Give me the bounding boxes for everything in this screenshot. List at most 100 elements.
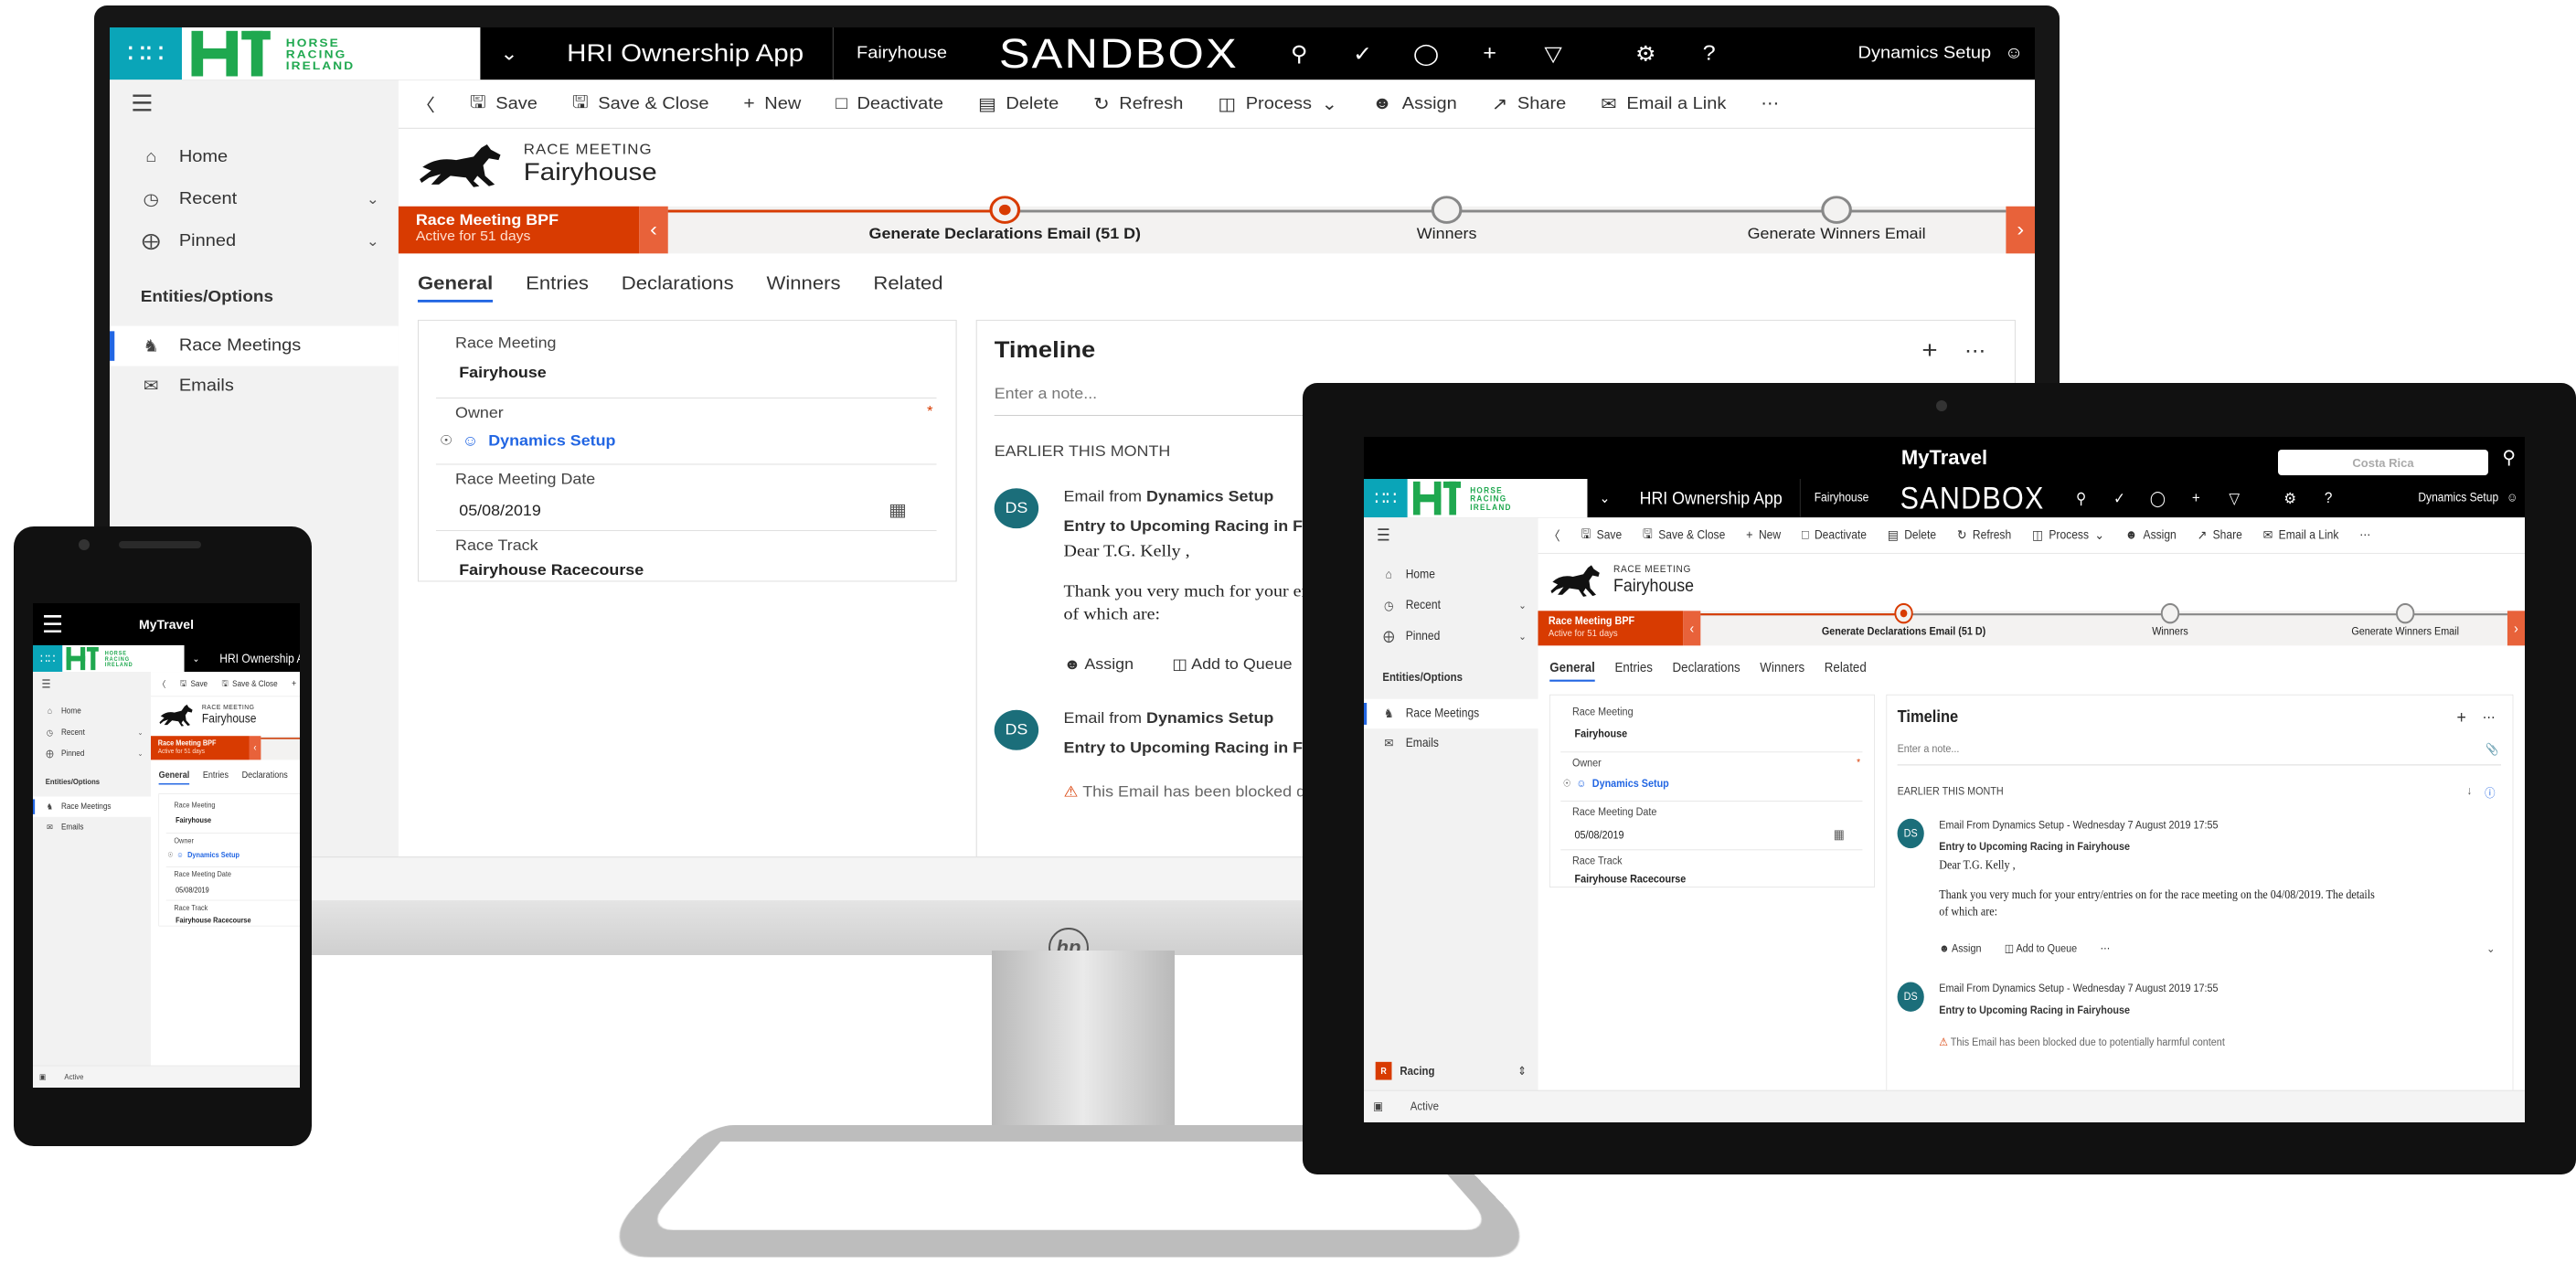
- open-in-window-icon[interactable]: ▣: [39, 1072, 55, 1081]
- back-button[interactable]: 〈: [399, 80, 452, 128]
- calendar-icon[interactable]: ▦: [1834, 826, 1845, 843]
- settings-gear-icon[interactable]: ⚙: [2271, 489, 2309, 507]
- delete-button[interactable]: ▤ Delete: [1877, 517, 1946, 553]
- task-icon[interactable]: ✓: [1331, 41, 1394, 67]
- sidebar-item-race-meetings[interactable]: ♞ Race Meetings: [33, 796, 151, 817]
- tab-related[interactable]: Related: [1825, 661, 1867, 682]
- assign-action[interactable]: ☻ Assign: [1939, 942, 1981, 955]
- search-icon[interactable]: ⚲: [1267, 41, 1330, 67]
- app-launcher-waffle-icon[interactable]: ∷∷: [1364, 479, 1408, 518]
- tab-winners[interactable]: Winners: [1760, 661, 1804, 682]
- plus-icon[interactable]: +: [1458, 41, 1521, 66]
- sidebar-item-pinned[interactable]: ⨁ Pinned ⌄: [33, 743, 151, 763]
- deactivate-button[interactable]: □ Deactivate: [818, 80, 961, 128]
- new-button[interactable]: +New: [1736, 517, 1792, 553]
- bpf-prev-arrow-icon[interactable]: ‹: [249, 736, 261, 760]
- assign-action[interactable]: ☻ Assign: [1064, 656, 1134, 674]
- area-switcher[interactable]: R Racing ⇕: [1364, 1058, 1538, 1084]
- open-in-window-icon[interactable]: ▣: [1373, 1100, 1396, 1113]
- tablet-search-box[interactable]: Costa Rica: [2278, 450, 2488, 475]
- share-button[interactable]: ↗ Share: [1474, 80, 1583, 128]
- bpf-active-stage[interactable]: Race Meeting BPF Active for 51 days: [1538, 611, 1684, 646]
- assign-button[interactable]: ☻ Assign: [1355, 80, 1474, 128]
- delete-button[interactable]: ▤ Delete: [961, 80, 1076, 128]
- bpf-prev-arrow-icon[interactable]: ‹: [639, 206, 668, 254]
- sidebar-item-recent[interactable]: ◷ Recent ⌄: [33, 722, 151, 742]
- info-icon[interactable]: ⓘ: [2485, 784, 2495, 801]
- tab-declarations[interactable]: Declarations: [242, 770, 288, 784]
- sidebar-item-emails[interactable]: ✉ Emails: [110, 367, 399, 407]
- sidebar-item-emails[interactable]: ✉ Emails: [33, 817, 151, 837]
- owner-lookup-link[interactable]: ☺ Dynamics Setup: [1576, 778, 1668, 791]
- bpf-stage-dot-2[interactable]: [1431, 196, 1463, 224]
- save-close-button[interactable]: 🖫 Save & Close: [555, 80, 727, 128]
- app-name[interactable]: HRI Ownership App: [538, 27, 834, 80]
- add-to-queue-action[interactable]: ◫ Add to Queue: [1172, 656, 1292, 674]
- hamburger-icon[interactable]: ☰: [42, 611, 63, 639]
- bpf-stage-dot-3[interactable]: [2396, 602, 2415, 624]
- bpf-stage-dot-3[interactable]: [1821, 196, 1852, 224]
- owner-lookup-link[interactable]: ☺ Dynamics Setup: [176, 851, 240, 860]
- bpf-active-stage[interactable]: Race Meeting BPF Active for 51 days: [398, 206, 640, 254]
- process-button[interactable]: ◫ Process ⌄: [1200, 80, 1355, 128]
- back-button[interactable]: 〈: [1538, 517, 1571, 553]
- tab-entries[interactable]: Entries: [526, 273, 589, 303]
- race-track-field[interactable]: Fairyhouse Racecourse: [459, 561, 644, 579]
- bpf-next-arrow-icon[interactable]: ›: [2006, 206, 2035, 254]
- sidebar-item-pinned[interactable]: ⨁ Pinned ⌄: [1364, 622, 1538, 651]
- lightbulb-icon[interactable]: ◯: [2138, 489, 2177, 507]
- post-2-subject[interactable]: Entry to Upcoming Racing in Fairyhouse: [1939, 1004, 2130, 1016]
- attachment-icon[interactable]: 📎: [2486, 743, 2498, 757]
- filter-icon[interactable]: ▽: [1521, 41, 1584, 67]
- timeline-more-icon[interactable]: ⋯: [2483, 709, 2496, 726]
- bpf-stage-label-2[interactable]: Winners: [1417, 226, 1477, 243]
- calendar-icon[interactable]: ▦: [889, 499, 907, 521]
- search-icon[interactable]: ⚲: [2502, 446, 2516, 469]
- chevron-down-icon[interactable]: ⌄: [2486, 942, 2496, 956]
- user-menu[interactable]: Dynamics Setup ☺: [2418, 491, 2525, 505]
- new-button[interactable]: +New: [284, 672, 300, 696]
- tab-related[interactable]: Related: [873, 273, 942, 303]
- timeline-more-icon[interactable]: ⋯: [1964, 340, 1985, 363]
- post-1-subject[interactable]: Entry to Upcoming Racing in Fairyhouse: [1939, 841, 2130, 854]
- chevron-down-icon[interactable]: ⌄: [1587, 490, 1622, 506]
- chevron-down-icon[interactable]: ⌄: [480, 42, 538, 65]
- bpf-prev-arrow-icon[interactable]: ‹: [1683, 611, 1701, 646]
- save-button[interactable]: 🖫 Save: [1570, 517, 1633, 553]
- owner-lookup-link[interactable]: ☺ Dynamics Setup: [462, 432, 615, 450]
- sort-down-icon[interactable]: ↓: [2467, 784, 2473, 798]
- email-link-button[interactable]: ✉ Email a Link: [1583, 80, 1743, 128]
- user-menu[interactable]: Dynamics Setup ☺: [1858, 44, 2035, 63]
- tab-general[interactable]: General: [417, 273, 494, 303]
- hamburger-icon[interactable]: ☰: [1364, 516, 1538, 554]
- refresh-button[interactable]: ↻ Refresh: [1947, 517, 2022, 553]
- bpf-active-stage[interactable]: Race Meeting BPF Active for 51 days: [151, 736, 250, 760]
- process-button[interactable]: ◫ Process ⌄: [2022, 517, 2115, 553]
- bpf-stage-dot-1[interactable]: [1894, 602, 1913, 624]
- bpf-stage-dot-1[interactable]: [989, 196, 1021, 224]
- tab-general[interactable]: General: [1549, 661, 1595, 682]
- tab-winners[interactable]: Winners: [766, 273, 840, 303]
- timeline-add-icon[interactable]: +: [2456, 707, 2465, 728]
- race-meeting-date-field[interactable]: 05/08/2019: [1575, 829, 1624, 842]
- chevron-down-icon[interactable]: ⌄: [185, 653, 208, 664]
- share-button[interactable]: ↗ Share: [2187, 517, 2252, 553]
- app-launcher-waffle-icon[interactable]: ∷∷: [33, 645, 63, 673]
- bpf-stage-label-3[interactable]: Generate Winners Email: [1748, 226, 1926, 243]
- sidebar-item-home[interactable]: ⌂ Home: [110, 137, 399, 177]
- save-close-button[interactable]: 🖫 Save & Close: [215, 672, 285, 696]
- tab-entries[interactable]: Entries: [203, 770, 229, 784]
- filter-icon[interactable]: ▽: [2215, 489, 2253, 507]
- plus-icon[interactable]: +: [2177, 489, 2215, 507]
- race-meeting-field[interactable]: Fairyhouse: [176, 816, 211, 825]
- task-icon[interactable]: ✓: [2101, 489, 2139, 507]
- tab-declarations[interactable]: Declarations: [1673, 661, 1740, 682]
- sidebar-item-recent[interactable]: ◷ Recent ⌄: [1364, 590, 1538, 620]
- timeline-add-icon[interactable]: +: [1921, 336, 1937, 365]
- tab-general[interactable]: General: [158, 770, 190, 785]
- bpf-stage-label-1[interactable]: Generate Declarations Email (51 D): [1822, 625, 1985, 638]
- bpf-stage-label-2[interactable]: Winners: [2152, 625, 2188, 638]
- more-commands-button[interactable]: ⋯: [1743, 80, 1796, 128]
- settings-gear-icon[interactable]: ⚙: [1613, 41, 1677, 67]
- refresh-button[interactable]: ↻ Refresh: [1076, 80, 1200, 128]
